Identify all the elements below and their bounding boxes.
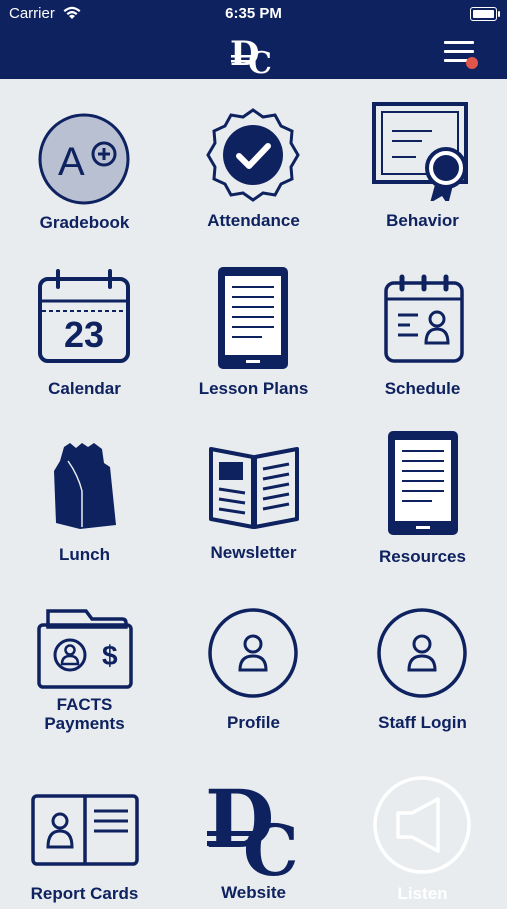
tile-resources[interactable]: Resources [338, 411, 507, 577]
svg-text:A: A [58, 140, 85, 184]
clock: 6:35 PM [225, 5, 282, 22]
tile-report-cards[interactable]: Report Cards [0, 743, 169, 909]
newsletter-icon [207, 439, 301, 529]
tile-gradebook[interactable]: A Gradebook [0, 79, 169, 245]
tile-label: Lunch [59, 545, 110, 564]
tile-label: Behavior [386, 211, 459, 230]
tile-label: Resources [379, 547, 466, 566]
dc-logo: D C [228, 27, 280, 81]
tile-behavior[interactable]: Behavior [338, 79, 507, 245]
tile-lunch[interactable]: Lunch [0, 411, 169, 577]
schedule-icon [382, 273, 466, 365]
tile-label: Website [221, 883, 286, 902]
staff-login-icon [376, 607, 468, 699]
tile-label: FACTS Payments [44, 695, 125, 733]
tile-profile[interactable]: Profile [169, 577, 338, 743]
tile-attendance[interactable]: Attendance [169, 79, 338, 245]
tile-schedule[interactable]: Schedule [338, 245, 507, 411]
tile-label: Newsletter [210, 543, 297, 562]
tile-label: Listen [397, 884, 448, 903]
facts-payments-icon: $ [36, 609, 134, 689]
dc-logo-icon: D C [203, 772, 307, 892]
tile-label: Attendance [207, 211, 300, 230]
tile-label: Gradebook [39, 213, 130, 232]
tile-listen[interactable]: Listen [338, 743, 507, 909]
tile-label: Profile [227, 713, 280, 732]
tile-staff-login[interactable]: Staff Login [338, 577, 507, 743]
tile-label: Lesson Plans [198, 379, 309, 398]
report-cards-icon [30, 793, 140, 867]
tile-lesson-plans[interactable]: Lesson Plans [169, 245, 338, 411]
menu-button[interactable] [444, 38, 478, 72]
calendar-day: 23 [64, 314, 104, 355]
notification-dot [466, 57, 478, 69]
profile-icon [207, 607, 299, 699]
tablet-icon [214, 265, 294, 371]
battery-icon [470, 7, 500, 21]
top-bar: Carrier 6:35 PM D C [0, 0, 507, 81]
calendar-icon: 23 [34, 267, 134, 367]
tile-label: Report Cards [30, 884, 139, 903]
tile-label: Staff Login [378, 713, 467, 732]
status-bar: Carrier 6:35 PM [0, 0, 507, 30]
attendance-icon [203, 105, 303, 205]
gradebook-icon: A [34, 109, 134, 209]
tile-calendar[interactable]: 23 Calendar [0, 245, 169, 411]
speaker-icon [372, 775, 472, 875]
tile-newsletter[interactable]: Newsletter [169, 411, 338, 577]
tile-label: Schedule [384, 379, 461, 398]
tile-facts-payments[interactable]: $ FACTS Payments [0, 577, 169, 743]
behavior-icon [370, 101, 470, 205]
tile-website[interactable]: D C Website [169, 743, 338, 909]
lunch-bag-icon [46, 441, 126, 531]
tablet-icon [384, 429, 464, 537]
svg-text:$: $ [102, 640, 118, 671]
tile-label: Calendar [48, 379, 121, 398]
